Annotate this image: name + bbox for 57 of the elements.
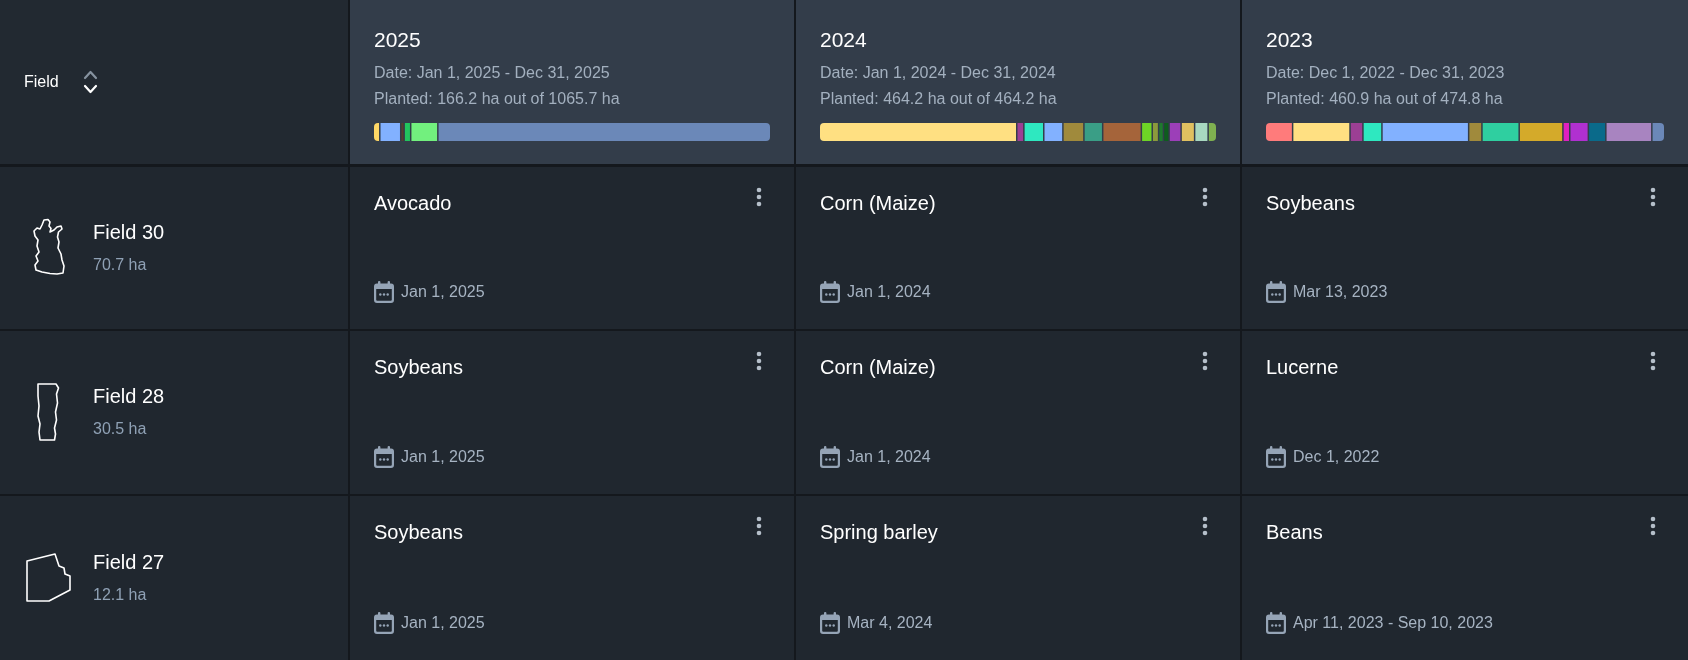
calendar-icon	[1266, 612, 1286, 634]
planting-date: Jan 1, 2025	[401, 282, 485, 303]
crop-name: Corn (Maize)	[820, 355, 936, 380]
more-vertical-icon	[756, 351, 762, 372]
planting-date: Jan 1, 2025	[401, 613, 485, 633]
crop-name: Corn (Maize)	[820, 191, 936, 215]
more-vertical-icon	[1202, 351, 1208, 372]
bar-segment	[1044, 123, 1063, 141]
more-vertical-icon	[1202, 187, 1208, 207]
planting-date: Jan 1, 2024	[847, 282, 931, 303]
calendar-icon	[374, 281, 394, 304]
calendar-icon	[1266, 281, 1286, 304]
season-date-range: Date: Jan 1, 2025 - Dec 31, 2025	[374, 63, 611, 83]
bar-segment	[1063, 123, 1084, 141]
more-vertical-icon	[1202, 515, 1208, 536]
planting-date: Apr 11, 2023 - Sep 10, 2023	[1293, 613, 1493, 633]
season-year: 2025	[374, 28, 422, 52]
field-shape-icon	[24, 552, 72, 604]
field-area: 12.1 ha	[93, 583, 165, 606]
field-area: 30.5 ha	[93, 418, 165, 441]
season-year: 2024	[820, 28, 868, 52]
crop-name: Beans	[1266, 519, 1323, 544]
more-vertical-icon	[756, 187, 762, 207]
crop-name: Soybeans	[374, 355, 463, 380]
crop-name: Avocado	[374, 191, 452, 215]
planting-date: Jan 1, 2025	[401, 446, 485, 467]
calendar-icon	[374, 612, 394, 634]
field-name: Field 28	[93, 384, 165, 409]
crop-name: Lucerne	[1266, 355, 1339, 380]
field-name: Field 27	[93, 549, 165, 574]
planted-area: Planted: 460.9 ha out of 474.8 ha	[1266, 86, 1664, 112]
field-sort-button[interactable]: Field	[24, 69, 98, 95]
calendar-icon	[1266, 445, 1286, 468]
crop-name: Soybeans	[1266, 191, 1355, 215]
planting-date: Mar 4, 2024	[847, 613, 933, 633]
field-name: Field 30	[93, 220, 165, 245]
season-date-range: Date: Dec 1, 2022 - Dec 31, 2023	[1266, 63, 1506, 83]
planted-area: Planted: 464.2 ha out of 464.2 ha	[820, 86, 1216, 112]
planted-area: Planted: 166.2 ha out of 1065.7 ha	[374, 86, 770, 112]
bar-segment	[1181, 123, 1194, 141]
more-vertical-icon	[756, 515, 762, 536]
more-vertical-icon	[1650, 187, 1656, 207]
planting-date: Mar 13, 2023	[1293, 282, 1388, 303]
crop-name: Soybeans	[374, 519, 463, 544]
planting-date: Dec 1, 2022	[1293, 446, 1380, 467]
calendar-icon	[820, 281, 840, 304]
calendar-icon	[374, 445, 394, 468]
more-vertical-icon	[1650, 515, 1656, 536]
planting-date: Jan 1, 2024	[847, 446, 931, 467]
calendar-icon	[820, 612, 840, 634]
season-year: 2023	[1266, 28, 1314, 52]
calendar-icon	[820, 445, 840, 468]
field-shape-icon	[35, 382, 61, 443]
season-date-range: Date: Jan 1, 2024 - Dec 31, 2024	[820, 63, 1057, 83]
more-vertical-icon	[1650, 351, 1656, 372]
field-area: 70.7 ha	[93, 254, 165, 277]
crop-name: Spring barley	[820, 519, 938, 544]
